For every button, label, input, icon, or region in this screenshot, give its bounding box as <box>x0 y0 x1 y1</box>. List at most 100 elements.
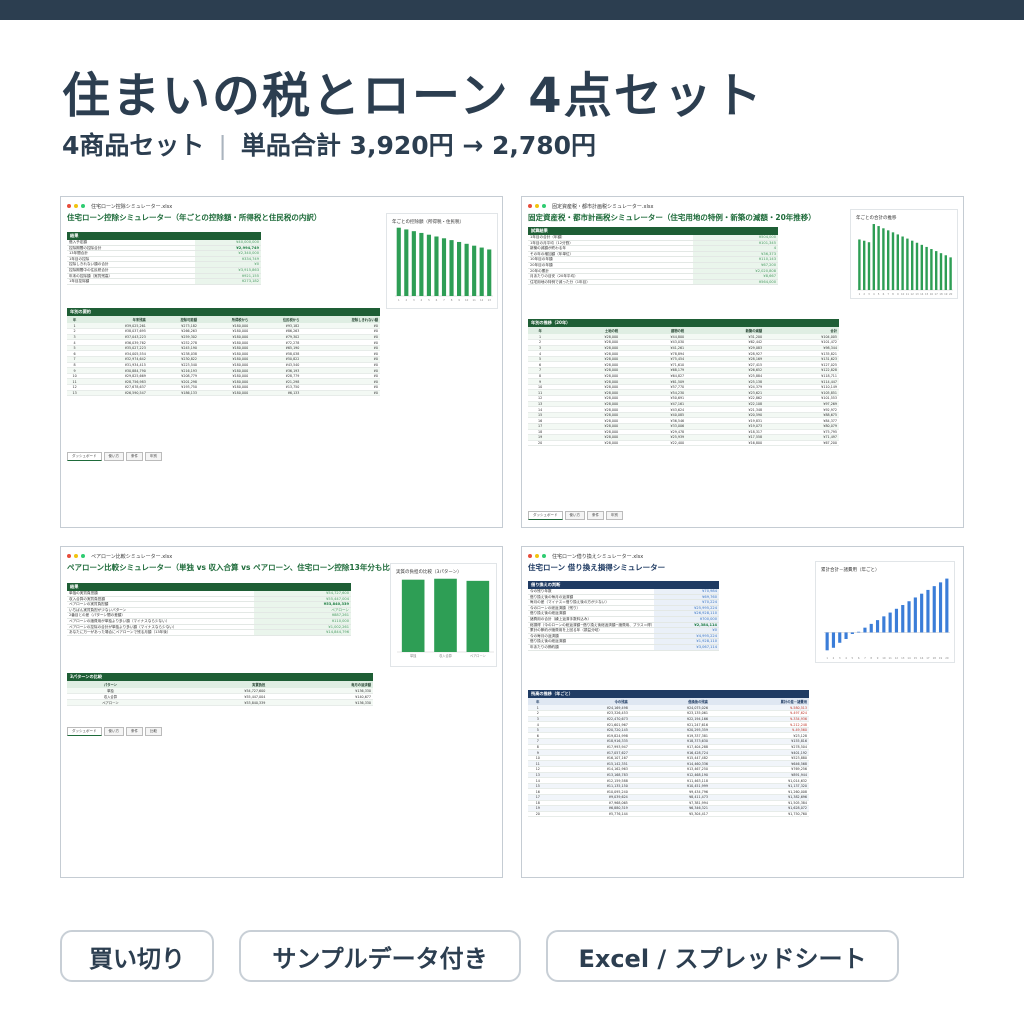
summary-value[interactable]: ¥0 <box>195 262 261 267</box>
chart-bar <box>426 234 431 296</box>
table-cell[interactable]: ¥28,000 <box>554 440 621 447</box>
table-cell[interactable]: ¥5,304,417 <box>629 811 710 818</box>
summary-value[interactable]: ¥4,995,224 <box>654 633 719 639</box>
chart-bar <box>907 601 911 633</box>
summary-value[interactable]: ¥3,067,114 <box>654 644 719 650</box>
summary-label: ペアローンの実質負担額 <box>69 602 109 607</box>
column-header: 借換後の残高 <box>629 698 710 705</box>
sheet-tab[interactable]: ダッシュボード <box>67 727 102 736</box>
table-header: 年別の推移（20年） <box>528 319 839 327</box>
summary-value[interactable]: ¥40,000,000 <box>195 240 261 245</box>
table-cell[interactable]: ペアローン <box>67 699 156 707</box>
summary-value[interactable]: ¥2,384,114 <box>654 622 719 628</box>
summary-value[interactable]: ¥887,261 <box>254 613 351 618</box>
summary-value[interactable]: ¥14,844,796 <box>254 630 351 635</box>
sheet-tab[interactable]: 使い方 <box>103 727 124 736</box>
summary-value[interactable]: ¥0 <box>654 628 719 633</box>
column-header: 新築の減額 <box>686 327 765 334</box>
chart-tick-label: 13 <box>901 656 905 660</box>
summary-label: 今の残り年数 <box>530 589 552 593</box>
summary-value[interactable]: ¥25,995,224 <box>654 605 719 611</box>
summary-label: いちばん実質負担が少ないパターン <box>69 607 127 612</box>
chart-tick-label: 12 <box>895 656 899 660</box>
minimize-dot-icon <box>535 204 539 208</box>
table-cell[interactable]: ¥5,776,144 <box>549 811 630 818</box>
table-cell[interactable]: ¥53,840,339 <box>155 699 268 707</box>
summary-header: 借り換えの判断 <box>528 581 719 589</box>
summary-value[interactable]: ¥36,373 <box>693 251 778 257</box>
summary-value[interactable]: ¥3,915,863 <box>195 267 261 273</box>
table-cell[interactable]: ¥26,590,547 <box>84 390 148 397</box>
sheet-tab[interactable]: ダッシュボード <box>528 511 563 520</box>
sheet-tab[interactable]: 使い方 <box>103 452 124 461</box>
summary-value[interactable]: ¥2,340,000 <box>195 251 261 256</box>
summary-value[interactable]: ¥273,182 <box>195 279 261 284</box>
sheet-tab[interactable]: 条件 <box>126 727 143 736</box>
table-cell[interactable]: 20 <box>528 440 555 447</box>
summary-value[interactable]: ¥69,760 <box>654 594 719 600</box>
summary-value[interactable]: ペアローン <box>254 607 351 613</box>
table-cell[interactable]: ¥180,000 <box>199 390 251 397</box>
chart-bar <box>449 240 454 296</box>
summary-value[interactable]: ¥53,840,339 <box>254 602 351 607</box>
chart-bar <box>434 236 439 296</box>
table-cell[interactable]: ¥186,133 <box>147 390 199 397</box>
summary-row: 1年目控除額 ¥273,182 <box>67 279 261 285</box>
top-bar <box>0 0 1024 20</box>
table-cell[interactable]: ¥67,200 <box>764 440 839 447</box>
summary-value[interactable]: ¥70,984 <box>654 589 719 594</box>
summary-value[interactable]: ¥1,002,261 <box>254 624 351 630</box>
chart-bar <box>888 612 892 633</box>
sheet-tab[interactable]: 使い方 <box>564 511 585 520</box>
sheet-tab[interactable]: ダッシュボード <box>67 452 102 461</box>
summary-value[interactable]: ¥101,345 <box>693 240 778 246</box>
summary-value[interactable]: 4 <box>693 246 778 251</box>
summary-value[interactable]: ¥334,749 <box>195 256 261 262</box>
summary-value[interactable]: ¥54,727,600 <box>254 591 351 596</box>
chart-bar <box>867 242 871 290</box>
table-cell[interactable]: ¥1,750,760 <box>709 811 809 818</box>
table-cell[interactable]: ¥6,133 <box>250 390 302 397</box>
summary-label: 1年目の控除 <box>69 256 90 261</box>
summary-value[interactable]: ¥55,447,004 <box>254 596 351 602</box>
summary-value[interactable]: ¥2,020,808 <box>693 268 778 274</box>
summary-value[interactable]: ¥1,928,110 <box>654 639 719 644</box>
sheet-tab[interactable]: 年別 <box>145 452 162 461</box>
summary-value[interactable]: ¥26,928,110 <box>654 611 719 616</box>
summary-value[interactable]: ¥110,143 <box>693 257 778 262</box>
summary-value[interactable]: ¥110,000 <box>254 618 351 624</box>
summary-header: 試算結果 <box>528 227 778 235</box>
maximize-dot-icon <box>542 204 546 208</box>
column-header: 控除可能額 <box>147 316 199 323</box>
summary-value[interactable]: ¥2,994,749 <box>195 245 261 251</box>
summary-value[interactable]: ¥504,000 <box>693 235 778 240</box>
summary-value[interactable]: ¥564,000 <box>693 279 778 285</box>
sheet-tab[interactable]: 年別 <box>606 511 623 520</box>
summary-header: 結果 <box>67 583 351 591</box>
summary-value[interactable]: ¥921,155 <box>195 273 261 279</box>
summary-value[interactable]: ¥67,200 <box>693 262 778 268</box>
chart-bar <box>863 627 867 633</box>
sheet-tab[interactable]: 比較 <box>145 727 162 736</box>
sheet-tab[interactable]: 条件 <box>126 452 143 461</box>
table-cell[interactable]: 13 <box>67 390 85 397</box>
summary-label: 毎月の差（マイナス＝借り換え後の方が少ない） <box>530 600 609 605</box>
table-cell[interactable]: ¥22,400 <box>620 440 687 447</box>
summary-label: 1年目の合計（年額） <box>530 235 565 239</box>
summary-value[interactable]: ¥8,667 <box>693 274 778 279</box>
sheet-tab[interactable]: 条件 <box>587 511 604 520</box>
table-cell[interactable]: 20 <box>528 811 550 818</box>
summary-value[interactable]: ¥70,224 <box>654 600 719 605</box>
window-titlebar: 固定資産税・都市計画税シミュレーター.xlsx <box>528 201 653 211</box>
chart-tick-label: 単独 <box>410 653 417 658</box>
table-cell[interactable]: ¥16,800 <box>686 440 765 447</box>
table-cell[interactable]: ¥136,330 <box>267 699 373 707</box>
summary-label: 控除期間中の住民税合計 <box>69 267 109 272</box>
column-header: 控除しきれない額 <box>301 316 380 323</box>
chart-bar <box>938 582 943 633</box>
chart-tick-label: 9 <box>458 298 460 302</box>
column-header: 今の残高 <box>549 698 630 705</box>
chart-bar <box>911 240 914 290</box>
summary-value[interactable]: ¥700,000 <box>654 616 719 622</box>
table-cell[interactable]: ¥0 <box>301 390 380 397</box>
